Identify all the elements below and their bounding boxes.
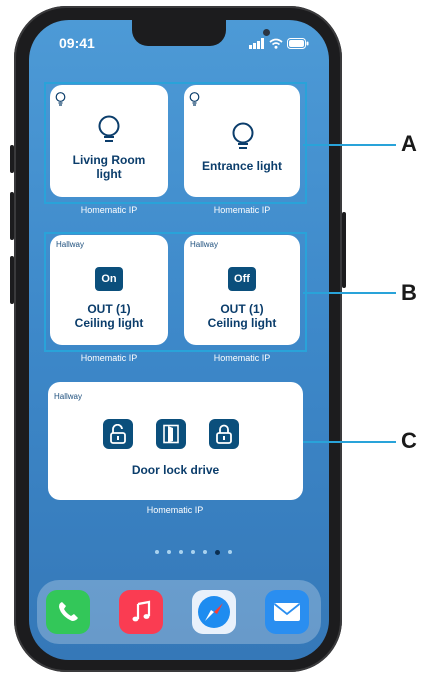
ceiling-light-off-card[interactable]: Hallway Off OUT (1) Ceiling light — [184, 235, 300, 345]
volume-up-button — [10, 192, 14, 240]
card-title: Door lock drive — [131, 463, 220, 477]
page-dot — [191, 550, 195, 554]
widget-footer: Homematic IP — [213, 353, 271, 363]
lock-icon — [216, 424, 232, 444]
marker-b-label: B — [401, 280, 417, 305]
room-label: Hallway — [56, 240, 85, 249]
volume-down-button — [10, 256, 14, 304]
bulb-icon — [189, 92, 200, 106]
mute-switch — [10, 145, 14, 173]
bulb-icon — [55, 92, 66, 106]
widget-footer: Homematic IP — [80, 205, 138, 215]
lock-button[interactable] — [209, 419, 239, 449]
page-dot — [179, 550, 183, 554]
ceiling-light-on-card[interactable]: Hallway On OUT (1) Ceiling light — [50, 235, 168, 345]
living-room-light-card[interactable]: Living Room light — [50, 85, 168, 197]
home-screen: 09:41 Living Room light Entrance light H… — [29, 20, 329, 660]
phone-icon — [59, 602, 78, 621]
page-indicator[interactable] — [155, 549, 232, 555]
battery-icon — [287, 37, 309, 49]
card-title: Living Room light — [50, 153, 168, 181]
unlock-icon — [110, 424, 126, 444]
title-line-2: Ceiling light — [207, 316, 277, 330]
entrance-light-card[interactable]: Entrance light — [184, 85, 300, 197]
unlock-button[interactable] — [103, 419, 133, 449]
notch — [132, 20, 270, 46]
status-icons — [249, 36, 309, 50]
card-title: OUT (1) Ceiling light — [50, 302, 168, 330]
title-line-2: Ceiling light — [74, 316, 144, 330]
marker-a-line — [303, 144, 396, 146]
power-button — [342, 212, 346, 288]
page-dot — [228, 550, 232, 554]
envelope-icon — [273, 603, 301, 621]
mail-app-icon[interactable] — [265, 590, 309, 634]
wifi-icon — [269, 38, 283, 49]
lightbulb-icon — [98, 115, 120, 142]
page-dot-active — [215, 549, 220, 555]
widget-footer: Homematic IP — [213, 205, 271, 215]
door-lock-card[interactable]: Hallway Door lock drive — [48, 382, 303, 500]
marker-c-label: C — [401, 428, 417, 453]
page-dot — [167, 550, 171, 554]
signal-icon — [249, 37, 264, 49]
open-door-button[interactable] — [156, 419, 186, 449]
dock — [37, 580, 321, 644]
phone-app-icon[interactable] — [46, 590, 90, 634]
on-state-badge[interactable]: On — [95, 267, 123, 291]
door-open-icon — [163, 424, 179, 444]
page-dot — [203, 550, 207, 554]
lightbulb-icon — [232, 122, 254, 149]
title-line-1: Living Room — [72, 153, 146, 167]
off-state-badge[interactable]: Off — [228, 267, 256, 291]
widget-footer: Homematic IP — [146, 505, 204, 515]
music-app-icon[interactable] — [119, 590, 163, 634]
title-line-2: light — [96, 167, 122, 181]
music-note-icon — [132, 600, 151, 622]
title-line-1: OUT (1) — [220, 302, 264, 316]
room-label: Hallway — [54, 392, 83, 401]
title-line-1: OUT (1) — [87, 302, 131, 316]
compass-icon — [198, 596, 230, 628]
marker-c-line — [303, 441, 396, 443]
widget-footer: Homematic IP — [80, 353, 138, 363]
marker-b-line — [303, 292, 396, 294]
room-label: Hallway — [190, 240, 219, 249]
camera — [263, 29, 270, 36]
marker-a-label: A — [401, 131, 417, 156]
page-dot — [155, 550, 159, 554]
status-time: 09:41 — [59, 35, 95, 51]
card-title: Entrance light — [201, 159, 282, 173]
card-title: OUT (1) Ceiling light — [184, 302, 300, 330]
safari-app-icon[interactable] — [192, 590, 236, 634]
